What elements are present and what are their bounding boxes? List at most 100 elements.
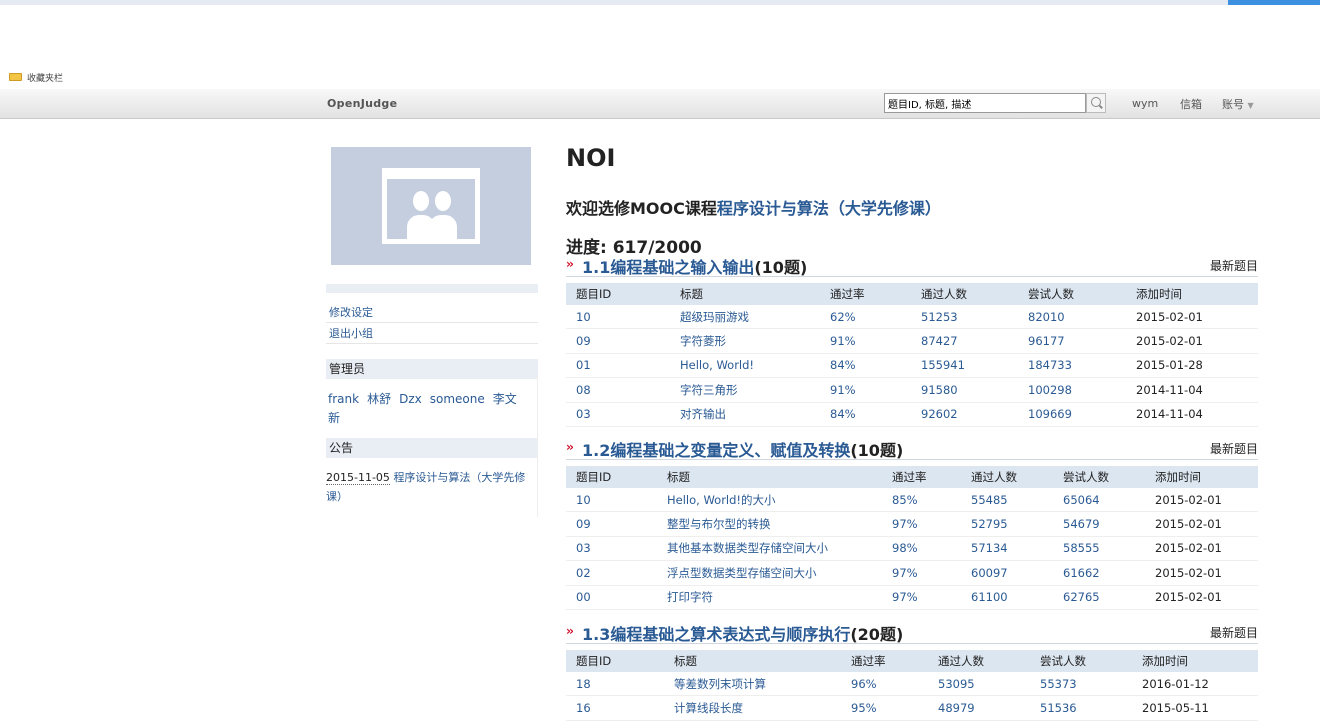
column-header: 标题: [657, 466, 882, 488]
table-row[interactable]: 01 Hello, World! 84% 155941 184733 2015-01-28: [566, 353, 1258, 379]
table-row[interactable]: 10 Hello, World!的大小 85% 55485 65064 2015-02-0…: [566, 488, 1258, 513]
welcome-prefix: 欢迎选修MOOC课程: [566, 199, 717, 218]
section-title: 1.1编程基础之输入输出(10题): [582, 254, 807, 278]
search-button[interactable]: [1086, 93, 1106, 113]
pass-rate: 84%: [820, 353, 911, 379]
problem-id[interactable]: 03: [566, 402, 670, 427]
pass-rate: 85%: [882, 488, 961, 513]
passed-count: 57134: [961, 536, 1053, 562]
pass-rate: 91%: [820, 377, 911, 403]
problem-id[interactable]: 10: [566, 305, 670, 330]
table-row[interactable]: 00 打印字符 97% 61100 62765 2015-02-01: [566, 585, 1258, 610]
passed-count: 55485: [961, 488, 1053, 513]
column-header: 通过率: [841, 650, 928, 672]
table-row[interactable]: 16 计算线段长度 95% 48979 51536 2015-05-11: [566, 695, 1258, 721]
problem-title[interactable]: 超级玛丽游戏: [670, 305, 820, 330]
pass-rate: 62%: [820, 305, 911, 330]
latest-problems-link[interactable]: 最新题目: [1210, 257, 1258, 274]
problem-id[interactable]: 02: [566, 560, 657, 586]
table-row[interactable]: 09 整型与布尔型的转换 97% 52795 54679 2015-02-01: [566, 511, 1258, 537]
admin-link[interactable]: frank: [328, 392, 359, 406]
folder-icon: [9, 73, 22, 81]
table-row[interactable]: 08 字符三角形 91% 91580 100298 2014-11-04: [566, 377, 1258, 403]
table-row[interactable]: 09 字符菱形 91% 87427 96177 2015-02-01: [566, 328, 1258, 354]
column-header: 通过率: [882, 466, 961, 488]
problem-title[interactable]: 其他基本数据类型存储空间大小: [657, 536, 882, 562]
bookmarks-bar[interactable]: 收藏夹栏: [9, 71, 64, 84]
problem-title[interactable]: 计算线段长度: [664, 695, 841, 721]
attempt-count: 109669: [1018, 402, 1126, 427]
problem-title[interactable]: 字符菱形: [670, 328, 820, 354]
section-title-link[interactable]: 1.1编程基础之输入输出: [582, 258, 754, 277]
added-date: 2015-02-01: [1145, 560, 1258, 586]
passed-count: 155941: [911, 353, 1018, 379]
table-row[interactable]: 10 超级玛丽游戏 62% 51253 82010 2015-02-01: [566, 305, 1258, 330]
added-date: 2016-01-12: [1132, 672, 1258, 697]
problem-id[interactable]: 08: [566, 377, 670, 403]
table-row[interactable]: 03 其他基本数据类型存储空间大小 98% 57134 58555 2015-02-01: [566, 536, 1258, 562]
added-date: 2015-01-28: [1126, 353, 1258, 379]
problem-title[interactable]: 等差数列末项计算: [664, 672, 841, 697]
column-header: 通过人数: [928, 650, 1030, 672]
problem-id[interactable]: 16: [566, 695, 664, 721]
admin-link[interactable]: someone: [430, 392, 485, 406]
edit-settings-link[interactable]: 修改设定: [326, 303, 538, 323]
problem-title[interactable]: 字符三角形: [670, 377, 820, 403]
pass-rate: 98%: [882, 536, 961, 562]
admin-link[interactable]: Dzx: [399, 392, 422, 406]
mail-link[interactable]: 信箱: [1180, 96, 1202, 112]
column-header: 尝试人数: [1018, 283, 1126, 305]
attempt-count: 54679: [1053, 511, 1145, 537]
problem-id[interactable]: 03: [566, 536, 657, 562]
notice-item: 2015-11-05 程序设计与算法（大学先修课）: [326, 468, 538, 506]
problem-title[interactable]: Hello, World!的大小: [657, 488, 882, 513]
added-date: 2015-02-01: [1145, 585, 1258, 610]
user-link[interactable]: wym: [1132, 97, 1158, 110]
table-header-row: 题目ID 标题 通过率 通过人数 尝试人数 添加时间: [566, 283, 1258, 305]
section-count: (10题): [850, 441, 904, 460]
table-row[interactable]: 03 对齐输出 84% 92602 109669 2014-11-04: [566, 402, 1258, 427]
problem-title[interactable]: 对齐输出: [670, 402, 820, 427]
problem-id[interactable]: 09: [566, 511, 657, 537]
account-label: 账号: [1222, 98, 1244, 111]
table-header-row: 题目ID 标题 通过率 通过人数 尝试人数 添加时间: [566, 650, 1258, 672]
column-header: 尝试人数: [1053, 466, 1145, 488]
search-input[interactable]: [884, 93, 1086, 113]
brand-link[interactable]: OpenJudge: [327, 97, 397, 110]
table-row[interactable]: 02 浮点型数据类型存储空间大小 97% 60097 61662 2015-02-01: [566, 560, 1258, 586]
double-arrow-icon: ››: [566, 257, 574, 271]
course-link[interactable]: 程序设计与算法（大学先修课）: [717, 199, 941, 218]
attempt-count: 100298: [1018, 377, 1126, 403]
account-menu[interactable]: 账号 ▼: [1222, 96, 1254, 112]
latest-problems-link[interactable]: 最新题目: [1210, 624, 1258, 641]
problem-id[interactable]: 09: [566, 328, 670, 354]
admin-link[interactable]: 林舒: [367, 392, 391, 406]
passed-count: 53095: [928, 672, 1030, 697]
notice-date: 2015-11-05: [326, 471, 390, 485]
problem-id[interactable]: 18: [566, 672, 664, 697]
problem-id[interactable]: 01: [566, 353, 670, 379]
browser-top-strip: [0, 0, 1320, 5]
problem-title[interactable]: 整型与布尔型的转换: [657, 511, 882, 537]
added-date: 2014-11-04: [1126, 377, 1258, 403]
problem-title[interactable]: Hello, World!: [670, 353, 820, 379]
table-row[interactable]: 18 等差数列末项计算 96% 53095 55373 2016-01-12: [566, 672, 1258, 697]
problem-id[interactable]: 10: [566, 488, 657, 513]
latest-problems-link[interactable]: 最新题目: [1210, 440, 1258, 457]
attempt-count: 65064: [1053, 488, 1145, 513]
pass-rate: 84%: [820, 402, 911, 427]
leave-group-link[interactable]: 退出小组: [326, 324, 538, 344]
column-header: 添加时间: [1145, 466, 1258, 488]
problem-title[interactable]: 浮点型数据类型存储空间大小: [657, 560, 882, 586]
added-date: 2015-02-01: [1126, 305, 1258, 330]
passed-count: 61100: [961, 585, 1053, 610]
attempt-count: 51536: [1030, 695, 1132, 721]
sidebar-divider: [326, 284, 538, 293]
problem-title[interactable]: 打印字符: [657, 585, 882, 610]
section-title-link[interactable]: 1.2编程基础之变量定义、赋值及转换: [582, 441, 850, 460]
top-navbar: OpenJudge wym 信箱 账号 ▼: [0, 89, 1320, 119]
column-header: 尝试人数: [1030, 650, 1132, 672]
problem-id[interactable]: 00: [566, 585, 657, 610]
bookmarks-label: 收藏夹栏: [27, 73, 64, 84]
section-title-link[interactable]: 1.3编程基础之算术表达式与顺序执行: [582, 625, 850, 644]
